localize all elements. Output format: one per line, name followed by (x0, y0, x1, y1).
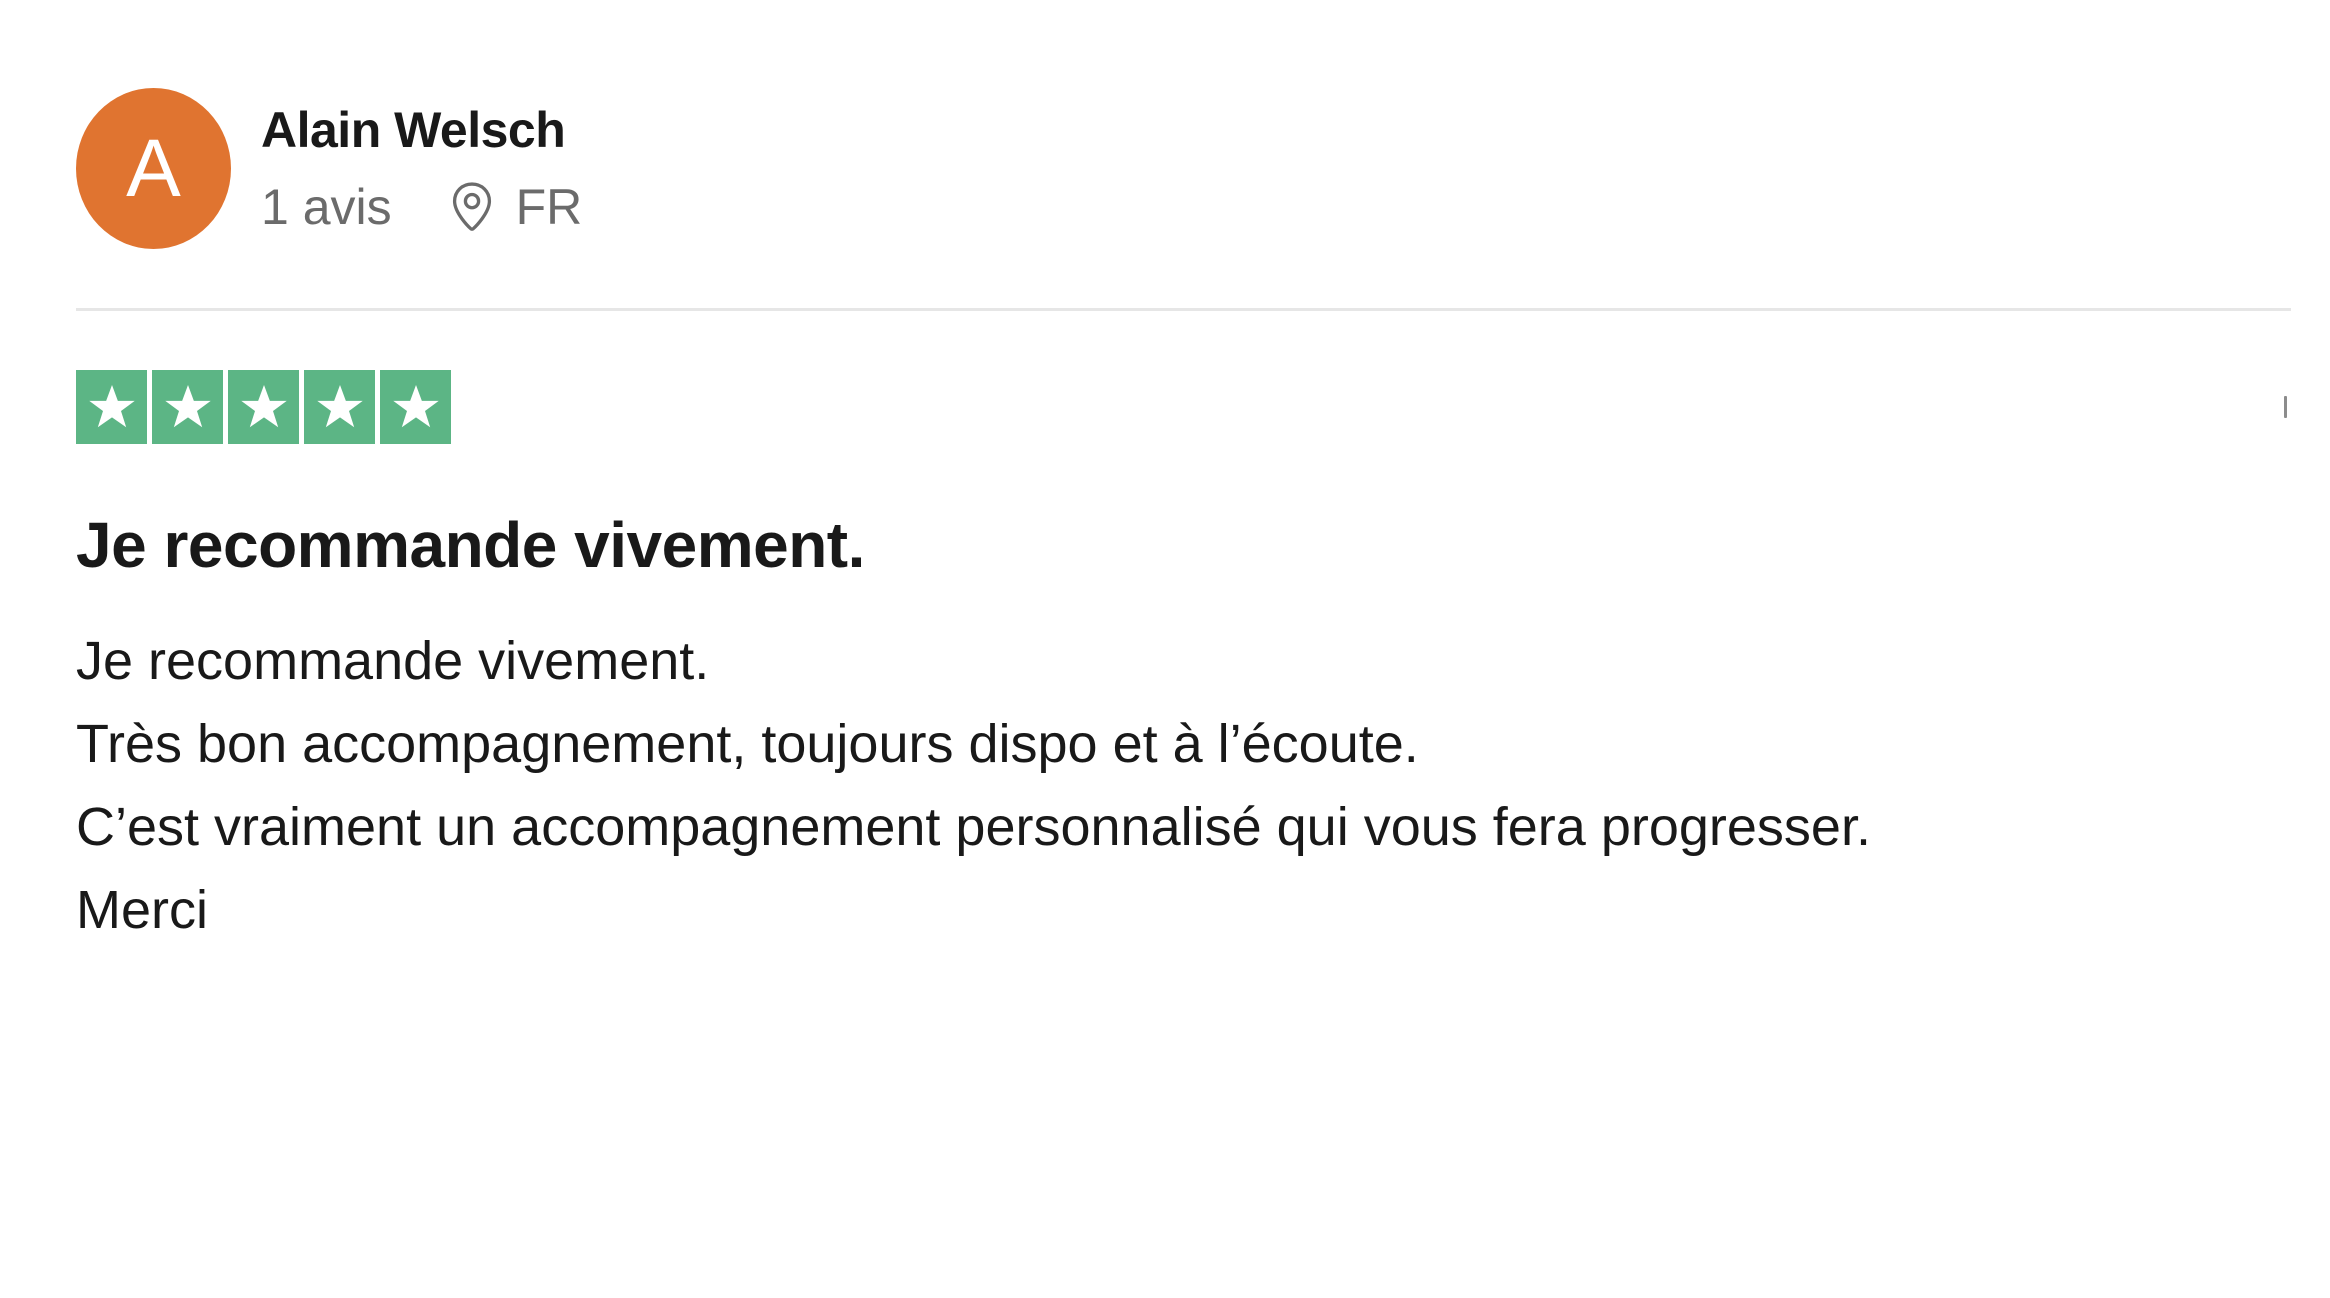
review-text-line: Très bon accompagnement, toujours dispo … (76, 714, 1419, 774)
consumer-meta: 1 avis FR (261, 181, 582, 233)
star-icon (152, 370, 223, 444)
star-icon (228, 370, 299, 444)
consumer-name[interactable]: Alain Welsch (261, 105, 582, 155)
divider (76, 308, 2291, 311)
star-icon (304, 370, 375, 444)
star-icon (76, 370, 147, 444)
consumer-info: Alain Welsch 1 avis FR (261, 105, 582, 233)
review-text-line: C’est vraiment un accompagnement personn… (76, 797, 1871, 857)
avatar[interactable]: A (76, 88, 231, 249)
review-title[interactable]: Je recommande vivement. (76, 510, 865, 581)
review-count: 1 avis (261, 178, 392, 235)
review-text-line: Je recommande vivement. (76, 631, 710, 691)
review-body: Je recommande vivement. Très bon accompag… (76, 620, 2226, 952)
country-code: FR (515, 178, 583, 235)
review-text-line: Merci (76, 880, 208, 940)
consumer-header: A Alain Welsch 1 avis FR (76, 88, 582, 249)
review-card: A Alain Welsch 1 avis FR Je recommande v… (0, 0, 2330, 1298)
avatar-initial: A (126, 122, 181, 214)
more-options-icon[interactable] (2284, 396, 2287, 418)
star-rating (76, 370, 456, 444)
star-icon (380, 370, 451, 444)
location-pin-icon (450, 181, 494, 233)
